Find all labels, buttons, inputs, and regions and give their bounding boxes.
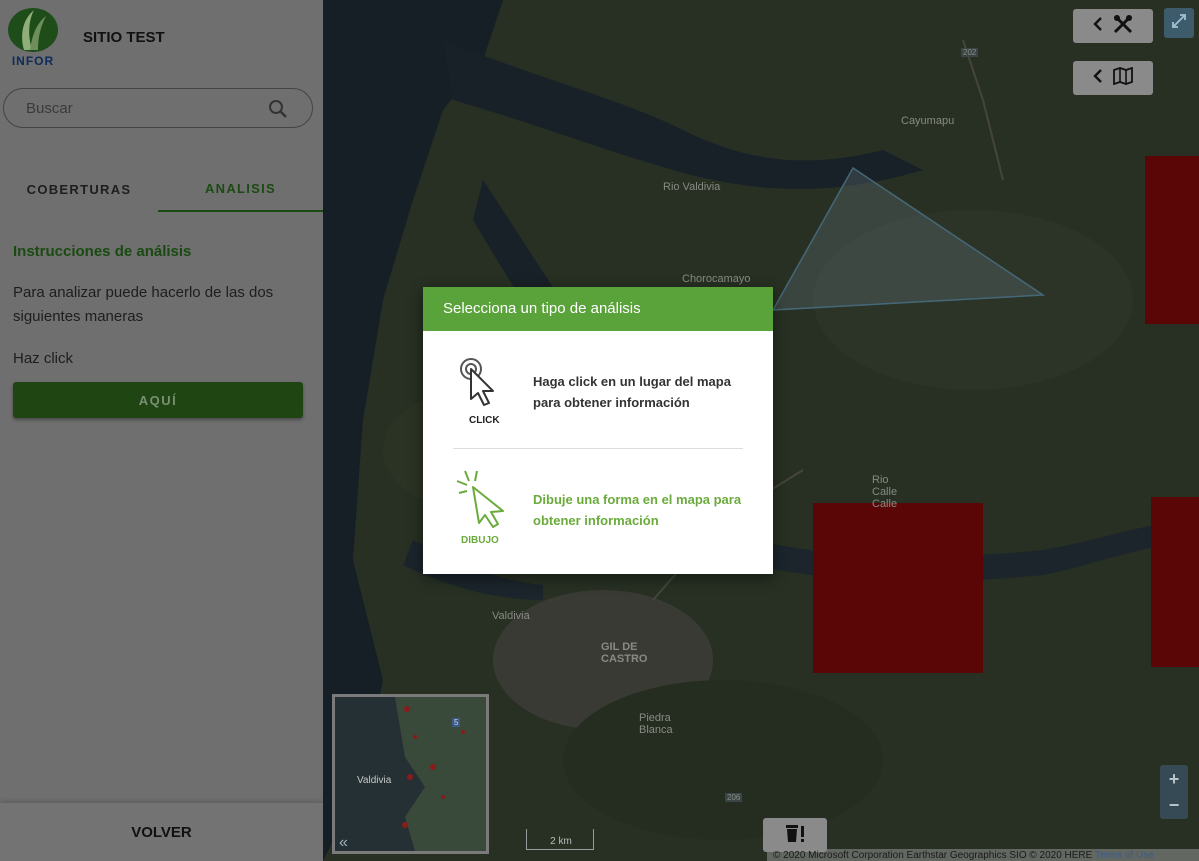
- analysis-type-modal: Selecciona un tipo de análisis CLICK Hag…: [423, 287, 773, 574]
- search-box: [3, 88, 313, 128]
- overview-imagery: [335, 697, 486, 851]
- terms-link[interactable]: Terms of Use: [1095, 850, 1154, 861]
- option-click[interactable]: CLICK Haga click en un lugar del mapa pa…: [453, 349, 743, 437]
- tab-coberturas[interactable]: COBERTURAS: [0, 166, 158, 212]
- attribution-text: © 2020 Microsoft Corporation Earthstar G…: [773, 850, 1093, 861]
- trash-alert-icon: [784, 823, 806, 848]
- option-icon-label: DIBUJO: [461, 535, 499, 546]
- volver-button[interactable]: VOLVER: [0, 803, 323, 861]
- logo-text: INFOR: [11, 54, 55, 68]
- scale-label: 2 km: [550, 836, 572, 847]
- map-icon: [1113, 66, 1133, 90]
- footer-bar: VOLVER: [0, 803, 323, 861]
- tools-toggle-button[interactable]: [1073, 9, 1153, 43]
- option-icon-label: CLICK: [469, 415, 500, 426]
- scale-bar: 2 km: [526, 829, 594, 850]
- fullscreen-icon: [1171, 13, 1187, 34]
- cursor-draw-icon: DIBUJO: [453, 467, 523, 553]
- layers-toggle-button[interactable]: [1073, 61, 1153, 95]
- chevron-left-icon: [1093, 68, 1103, 88]
- modal-divider: [453, 448, 743, 449]
- overview-map[interactable]: Valdivia 5 «: [332, 694, 489, 854]
- modal-title: Selecciona un tipo de análisis: [423, 287, 773, 331]
- instructions-text: Para analizar puede hacerlo de las dos s…: [13, 284, 274, 325]
- aqui-button[interactable]: AQUÍ: [13, 382, 303, 418]
- zoom-control: + −: [1160, 765, 1188, 819]
- tabs: COBERTURAS ANALISIS: [0, 166, 323, 212]
- click-label: Haz click: [13, 350, 74, 367]
- sidebar: INFOR SITIO TEST COBERTURAS ANALISIS Ins…: [0, 0, 323, 861]
- road-shield: 5: [452, 718, 461, 727]
- option-draw[interactable]: DIBUJO Dibuje una forma en el mapa para …: [453, 467, 743, 555]
- instructions-title: Instrucciones de análisis: [13, 243, 192, 260]
- tools-icon: [1113, 14, 1133, 39]
- zoom-out-button[interactable]: −: [1160, 792, 1188, 818]
- chevron-left-icon: [1093, 16, 1103, 36]
- search-icon[interactable]: [268, 99, 288, 119]
- delete-drawings-button[interactable]: [763, 818, 827, 852]
- cursor-click-icon: CLICK: [453, 349, 523, 435]
- option-click-text: Haga click en un lugar del mapa para obt…: [533, 374, 731, 410]
- map-attribution: © 2020 Microsoft Corporation Earthstar G…: [767, 849, 1199, 861]
- overview-collapse-button[interactable]: «: [339, 834, 359, 851]
- overview-label: Valdivia: [357, 775, 392, 786]
- fullscreen-button[interactable]: [1164, 8, 1194, 38]
- option-draw-text: Dibuje una forma en el mapa para obtener…: [533, 492, 742, 528]
- zoom-in-button[interactable]: +: [1160, 766, 1188, 792]
- tab-analisis[interactable]: ANALISIS: [158, 166, 323, 212]
- search-input[interactable]: [26, 98, 256, 118]
- site-title: SITIO TEST: [83, 29, 165, 46]
